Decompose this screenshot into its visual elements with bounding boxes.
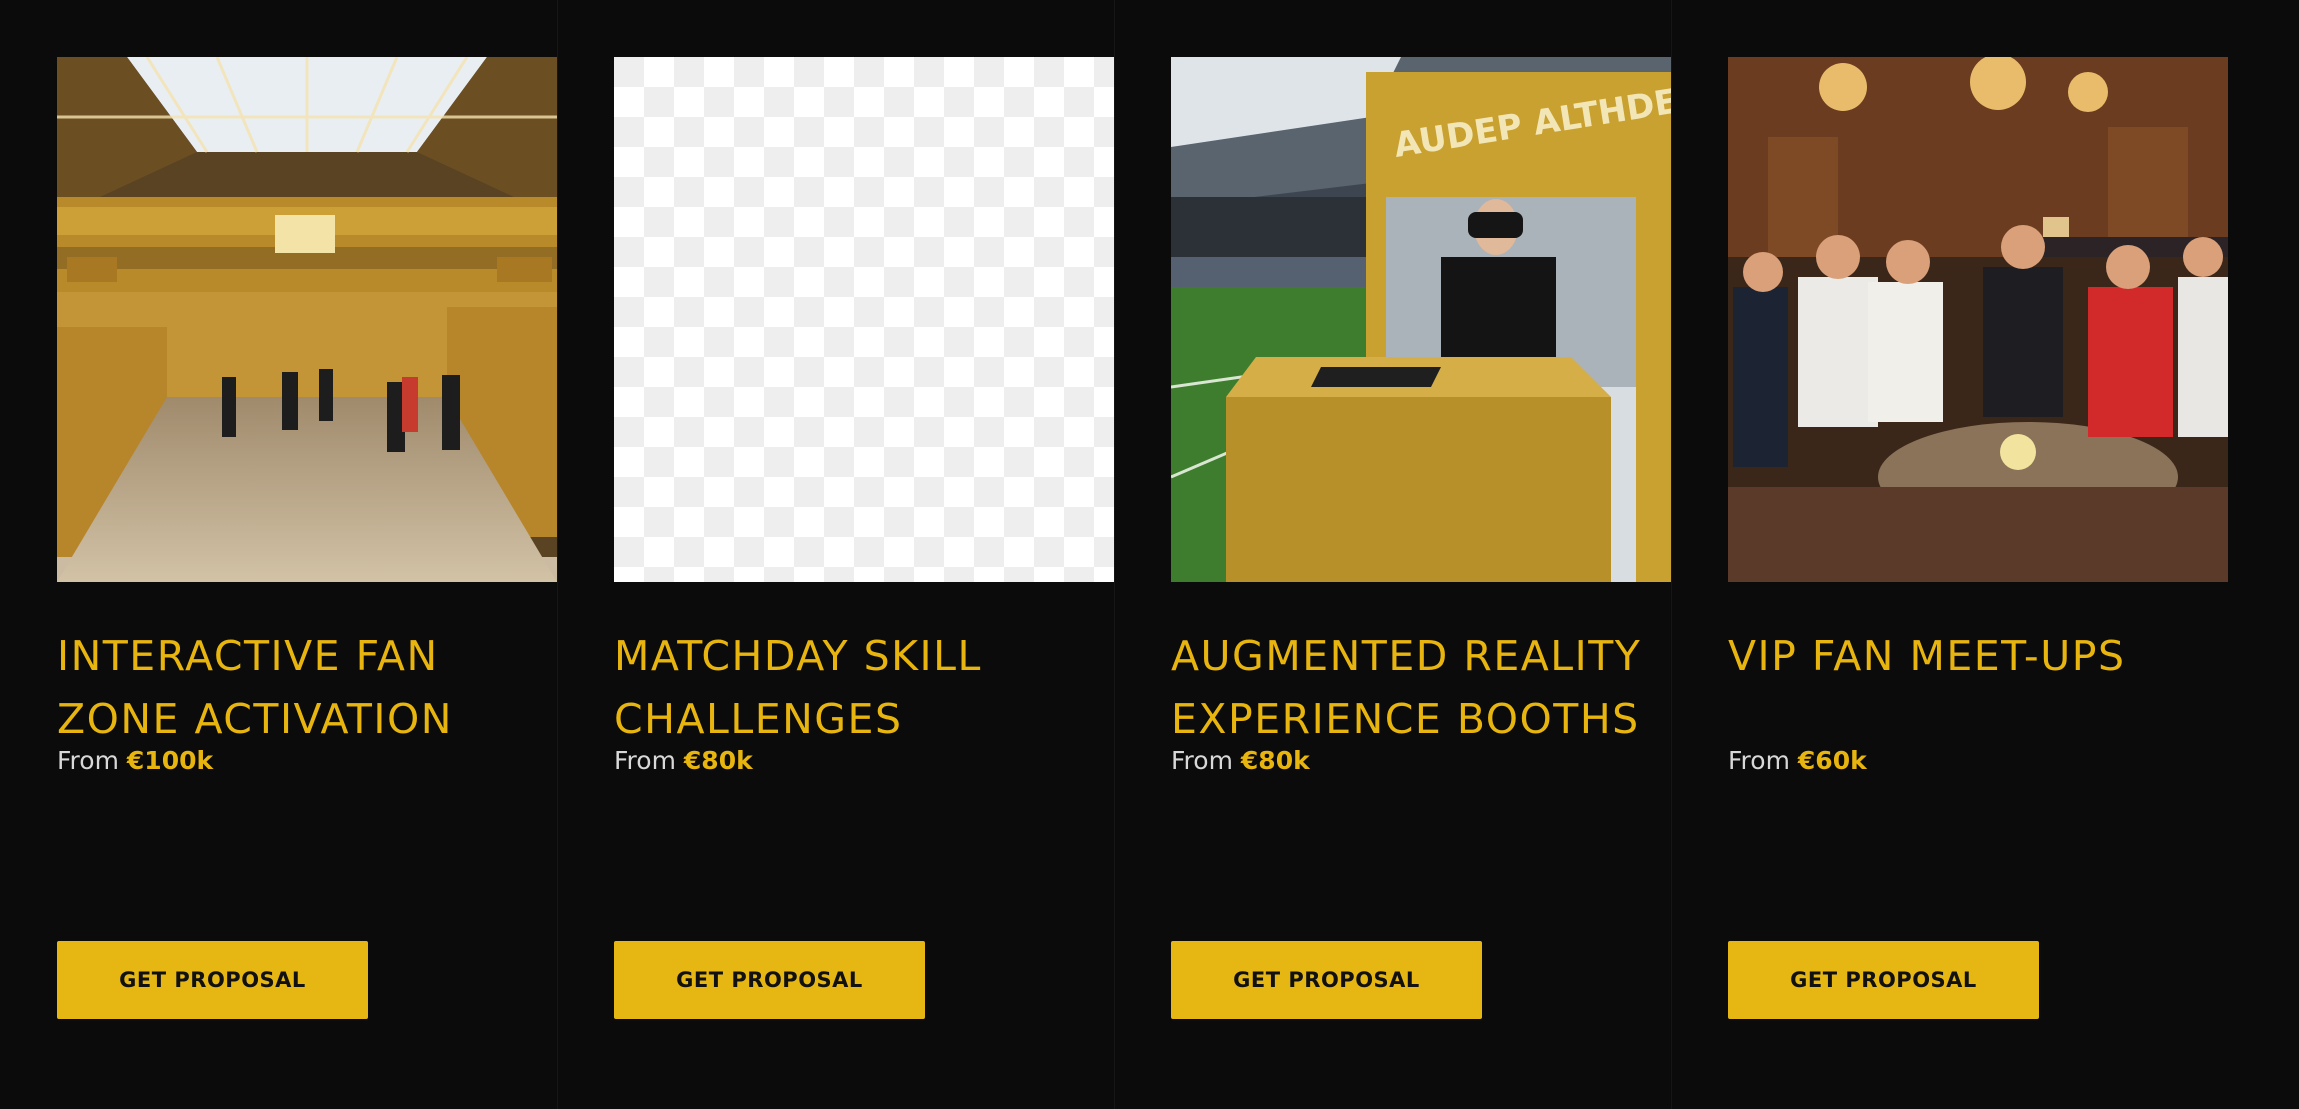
offer-card: AUDEP ALTHDEX AUGMENTED REALITY EXPERIEN… (1114, 0, 1672, 1109)
price-prefix: From (1171, 746, 1233, 775)
vip-lounge-image (1728, 57, 2228, 582)
price-prefix: From (614, 746, 676, 775)
get-proposal-button[interactable]: GET PROPOSAL (57, 941, 368, 1019)
get-proposal-button[interactable]: GET PROPOSAL (614, 941, 925, 1019)
placeholder-image (614, 57, 1114, 582)
price-amount: €80k (683, 746, 753, 775)
price-amount: €60k (1797, 746, 1867, 775)
fan-zone-image (57, 57, 557, 582)
price-amount: €100k (126, 746, 214, 775)
price-line: From €80k (614, 744, 753, 778)
get-proposal-button[interactable]: GET PROPOSAL (1171, 941, 1482, 1019)
card-title: INTERACTIVE FAN ZONE ACTIVATION (57, 632, 453, 743)
offer-card: MATCHDAY SKILL CHALLENGES From €80k GET … (557, 0, 1115, 1109)
price-prefix: From (1728, 746, 1790, 775)
ar-booth-image: AUDEP ALTHDEX (1171, 57, 1671, 582)
price-prefix: From (57, 746, 119, 775)
price-line: From €80k (1171, 744, 1310, 778)
get-proposal-button[interactable]: GET PROPOSAL (1728, 941, 2039, 1019)
offer-card: INTERACTIVE FAN ZONE ACTIVATION From €10… (0, 0, 557, 1109)
offer-card: VIP FAN MEET-UPS From €60k GET PROPOSAL (1671, 0, 2229, 1109)
card-title: MATCHDAY SKILL CHALLENGES (614, 632, 982, 743)
card-title: AUGMENTED REALITY EXPERIENCE BOOTHS (1171, 632, 1642, 743)
price-amount: €80k (1240, 746, 1310, 775)
offer-cards-grid: INTERACTIVE FAN ZONE ACTIVATION From €10… (0, 0, 2299, 1109)
price-line: From €60k (1728, 744, 1867, 778)
price-line: From €100k (57, 744, 213, 778)
card-title: VIP FAN MEET-UPS (1728, 632, 2126, 680)
